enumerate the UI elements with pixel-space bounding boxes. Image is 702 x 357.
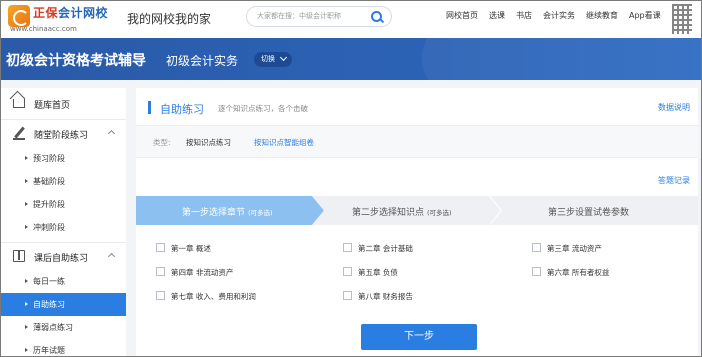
bullet-icon — [25, 179, 28, 183]
nav-link-accounting[interactable]: 会计实务 — [543, 10, 575, 21]
top-nav: 正保会计网校 www.chinaacc.com 我的网校我的家 大家都在搜：中级… — [0, 0, 702, 38]
sidebar-item-past-papers[interactable]: 历年试题 — [0, 339, 126, 357]
sidebar-item-sprint[interactable]: 冲刺阶段 — [0, 216, 126, 239]
page-title: 自助练习 — [160, 103, 204, 116]
step-3[interactable]: 第三步设置试卷参数 — [490, 196, 698, 225]
bullet-icon — [25, 279, 28, 283]
nav-link-bookstore[interactable]: 书店 — [516, 10, 532, 21]
type-option-by-knowledge[interactable]: 按知识点练习 — [186, 137, 231, 148]
search-input[interactable]: 大家都在搜：中级会计职称 — [246, 6, 392, 27]
sidebar-group-self-practice[interactable]: 课后自助练习 — [0, 243, 126, 269]
bullet-icon — [25, 156, 28, 160]
top-links: 网校首页 选课 书店 会计实务 继续教育 App看课 — [446, 10, 672, 21]
book-icon — [13, 250, 25, 262]
type-filter: 类型: 按知识点练习 按知识点智能组卷 — [136, 126, 698, 158]
checkbox-icon[interactable] — [343, 291, 352, 300]
chevron-up-icon — [107, 252, 116, 261]
nav-link-continuing-edu[interactable]: 继续教育 — [586, 10, 618, 21]
data-explanation-link[interactable]: 数据说明 — [658, 102, 690, 113]
checkbox-icon[interactable] — [343, 267, 352, 276]
chevron-up-icon — [107, 129, 116, 138]
search-icon[interactable] — [371, 11, 382, 22]
bullet-icon — [25, 325, 28, 329]
bullet-icon — [25, 302, 28, 306]
checkbox-icon[interactable] — [156, 243, 165, 252]
sidebar-item-home[interactable]: 题库首页 — [0, 90, 126, 116]
logo-domain: www.chinaacc.com — [10, 25, 77, 33]
sidebar-item-advance[interactable]: 提升阶段 — [0, 193, 126, 216]
nav-link-home[interactable]: 网校首页 — [446, 10, 478, 21]
sidebar-item-self-practice[interactable]: 自助练习 — [0, 293, 126, 316]
step-progress: 第一步选择章节 (可多选) 第二步选择知识点 (可多选) 第三步设置试卷参数 — [136, 196, 698, 225]
subject-title: 初级会计实务 — [166, 54, 239, 68]
course-banner: 初级会计资格考试辅导 初级会计实务 切换 — [0, 38, 702, 80]
sidebar-item-daily[interactable]: 每日一练 — [0, 270, 126, 293]
logo-brand: 正保会计网校 — [33, 6, 109, 20]
sidebar-item-preview[interactable]: 预习阶段 — [0, 147, 126, 170]
sidebar-item-basic[interactable]: 基础阶段 — [0, 170, 126, 193]
pen-icon — [13, 127, 25, 140]
nav-link-app[interactable]: App看课 — [629, 10, 661, 21]
site-slogan: 我的网校我的家 — [127, 12, 212, 26]
next-step-button[interactable]: 下一步 — [361, 324, 477, 350]
title-marker — [148, 101, 151, 114]
chevron-down-icon — [279, 53, 288, 62]
step-2[interactable]: 第二步选择知识点 (可多选) — [312, 196, 502, 225]
sidebar: 题库首页 随堂阶段练习 预习阶段 基础阶段 提升阶段 冲刺阶段 课后自助练习 每… — [0, 88, 126, 357]
bullet-icon — [25, 202, 28, 206]
checkbox-icon[interactable] — [156, 291, 165, 300]
type-option-smart-paper[interactable]: 按知识点智能组卷 — [254, 137, 314, 148]
site-logo[interactable]: 正保会计网校 www.chinaacc.com — [8, 4, 108, 34]
bullet-icon — [25, 225, 28, 229]
sidebar-group-stage-practice[interactable]: 随堂阶段练习 — [0, 120, 126, 146]
sidebar-item-weak-points[interactable]: 薄弱点练习 — [0, 316, 126, 339]
logo-icon — [8, 5, 30, 27]
switch-subject-button[interactable]: 切换 — [254, 52, 292, 67]
checkbox-icon[interactable] — [156, 267, 165, 276]
qr-code-icon — [672, 4, 692, 34]
home-icon — [13, 99, 25, 108]
exam-title: 初级会计资格考试辅导 — [6, 53, 146, 69]
panel-header: 自助练习 逐个知识点练习，各个击破 数据说明 — [136, 88, 698, 126]
page-description: 逐个知识点练习，各个击破 — [218, 104, 308, 113]
checkbox-icon[interactable] — [532, 267, 541, 276]
type-label: 类型: — [153, 138, 171, 147]
answer-records-link[interactable]: 答题记录 — [658, 175, 690, 186]
nav-link-courses[interactable]: 选课 — [489, 10, 505, 21]
step-1[interactable]: 第一步选择章节 (可多选) — [136, 196, 324, 225]
checkbox-icon[interactable] — [532, 243, 541, 252]
checkbox-icon[interactable] — [343, 243, 352, 252]
bullet-icon — [25, 348, 28, 352]
main-panel: 自助练习 逐个知识点练习，各个击破 数据说明 类型: 按知识点练习 按知识点智能… — [136, 88, 698, 357]
search-placeholder: 大家都在搜：中级会计职称 — [257, 12, 341, 20]
